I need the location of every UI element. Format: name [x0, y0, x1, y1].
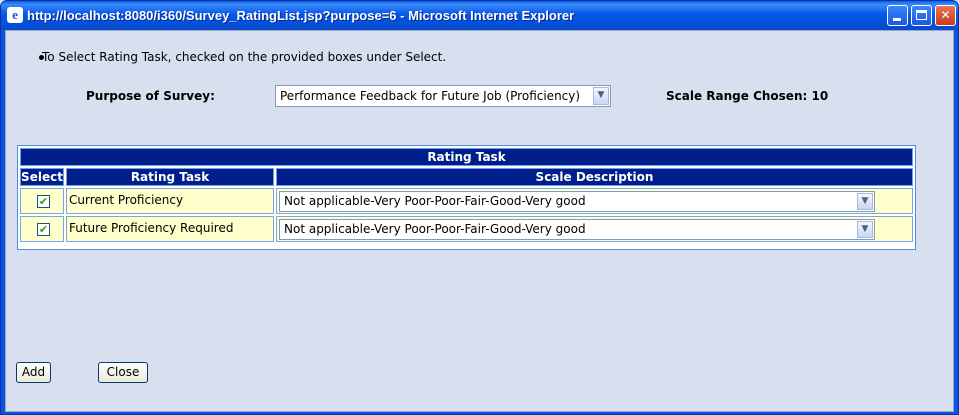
purpose-select[interactable]: Performance Feedback for Future Job (Pro…: [275, 85, 611, 107]
scale-select-1[interactable]: Not applicable-Very Poor-Poor-Fair-Good-…: [279, 191, 875, 212]
chevron-down-icon[interactable]: ▼: [857, 221, 873, 238]
chevron-down-icon[interactable]: ▼: [857, 193, 873, 210]
ie-icon: e: [7, 7, 23, 23]
window-title: http://localhost:8080/i360/Survey_Rating…: [27, 8, 575, 23]
purpose-select-value: Performance Feedback for Future Job (Pro…: [280, 89, 581, 103]
chevron-down-icon[interactable]: ▼: [593, 87, 609, 105]
instruction-text: To Select Rating Task, checked on the pr…: [42, 50, 447, 64]
select-checkbox-1[interactable]: ✔: [37, 195, 50, 208]
table-row-1-task: Current Proficiency: [66, 188, 274, 214]
rating-task-table: Rating Task Select Rating Task Scale Des…: [17, 145, 916, 250]
table-row-2-task: Future Proficiency Required: [66, 216, 274, 242]
table-row-1-select: ✔: [20, 188, 64, 214]
select-checkbox-2[interactable]: ✔: [37, 223, 50, 236]
maximize-icon: [916, 10, 927, 20]
scale-select-1-value: Not applicable-Very Poor-Poor-Fair-Good-…: [284, 194, 586, 208]
table-row-2-select: ✔: [20, 216, 64, 242]
minimize-button[interactable]: [887, 5, 908, 26]
table-row-2-scale: Not applicable-Very Poor-Poor-Fair-Good-…: [276, 216, 913, 242]
header-scale-description: Scale Description: [276, 168, 913, 186]
page-content: To Select Rating Task, checked on the pr…: [5, 30, 954, 412]
maximize-button[interactable]: [911, 5, 932, 26]
close-button[interactable]: Close: [98, 362, 148, 383]
scale-select-2[interactable]: Not applicable-Very Poor-Poor-Fair-Good-…: [279, 219, 875, 240]
add-button[interactable]: Add: [16, 362, 51, 383]
browser-window: e http://localhost:8080/i360/Survey_Rati…: [0, 0, 959, 415]
title-bar[interactable]: e http://localhost:8080/i360/Survey_Rati…: [1, 1, 958, 30]
minimize-icon: [893, 18, 901, 21]
header-rating-task: Rating Task: [66, 168, 274, 186]
close-window-button[interactable]: ✕: [935, 5, 956, 26]
scale-select-2-value: Not applicable-Very Poor-Poor-Fair-Good-…: [284, 222, 586, 236]
table-row-1-scale: Not applicable-Very Poor-Poor-Fair-Good-…: [276, 188, 913, 214]
header-select: Select: [20, 168, 64, 186]
table-title: Rating Task: [20, 148, 913, 166]
scale-range-text: Scale Range Chosen: 10: [666, 89, 829, 103]
purpose-label: Purpose of Survey:: [86, 89, 215, 103]
close-icon: ✕: [940, 8, 951, 22]
